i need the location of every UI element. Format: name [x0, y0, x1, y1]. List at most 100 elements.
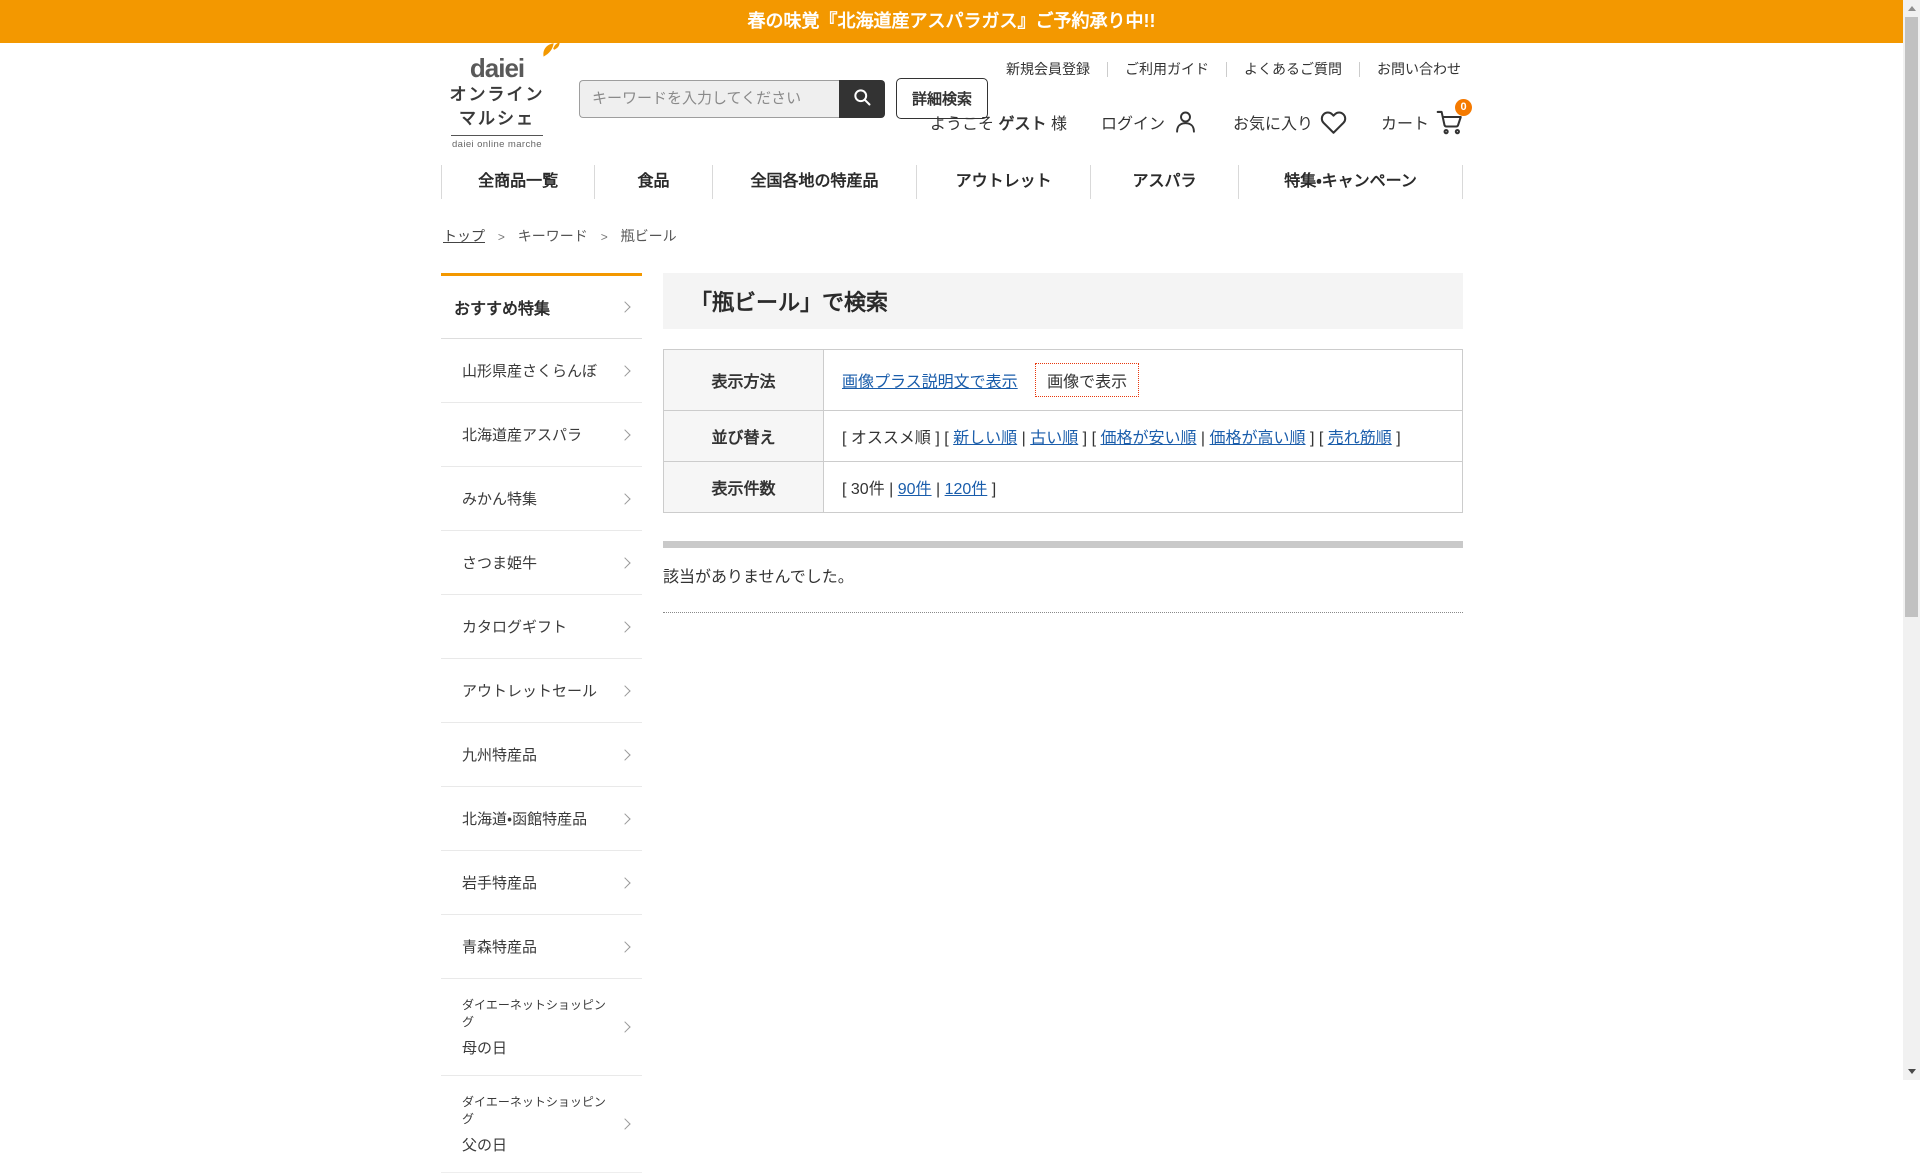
sidebar-item-label: アウトレットセール [462, 680, 614, 701]
sidebar-item[interactable]: 九州特産品 [441, 723, 642, 787]
nav-link[interactable]: 全商品一覧 [442, 165, 594, 199]
sidebar-item[interactable]: ダイエーネットショッピング母の日 [441, 979, 642, 1076]
search-area: 詳細検索 [579, 78, 988, 119]
option-link[interactable]: 価格が高い順 [1210, 430, 1306, 447]
favorites-link[interactable]: お気に入り [1233, 108, 1347, 135]
count-row: 表示件数 [ 30件 | 90件 | 120件 ] [664, 462, 1463, 513]
sidebar-item[interactable]: 山形県産さくらんぼ [441, 339, 642, 403]
sidebar-item[interactable]: 北海道・函館特産品 [441, 787, 642, 851]
sidebar-item-label: カタログギフト [462, 616, 614, 637]
guest-name: ゲスト [998, 116, 1046, 133]
nav-link[interactable]: 全国各地の特産品 [713, 165, 916, 199]
sort-label: 並び替え [664, 411, 824, 462]
search-options-table: 表示方法 画像プラス説明文で表示 画像で表示 並び替え [ オススメ順 ] [ … [663, 349, 1463, 513]
promo-banner-text: 春の味覚『北海道産アスパラガス』ご予約承り中!! [748, 11, 1156, 31]
sidebar-item-sublabel: ダイエーネットショッピング [462, 996, 614, 1030]
sidebar-item[interactable]: 青森特産品 [441, 915, 642, 979]
chevron-right-icon [619, 493, 630, 504]
option-group: [ オススメ順 ] [842, 430, 940, 447]
chevron-right-icon [619, 621, 630, 632]
site-logo[interactable]: daiei オンライン マルシェ daiei online marche [449, 55, 545, 150]
sidebar-item[interactable]: さつま姫牛 [441, 531, 642, 595]
main-nav-list: 全商品一覧食品全国各地の特産品アウトレットアスパラ特集・キャンペーン [441, 165, 1463, 199]
nav-link[interactable]: 特集・キャンペーン [1239, 165, 1462, 199]
nav-item: 全国各地の特産品 [712, 165, 916, 199]
main-nav: 全商品一覧食品全国各地の特産品アウトレットアスパラ特集・キャンペーン [441, 165, 1463, 199]
utility-link[interactable]: ご利用ガイド [1108, 59, 1226, 79]
sidebar-title[interactable]: おすすめ特集 [441, 276, 642, 339]
login-link[interactable]: ログイン [1101, 108, 1199, 135]
empty-results-message: 該当がありませんでした。 [663, 563, 1463, 613]
sidebar-item[interactable]: みかん特集 [441, 467, 642, 531]
chevron-right-icon [619, 557, 630, 568]
scrollbar-up-arrow-icon[interactable] [1903, 0, 1920, 17]
option-link[interactable]: 120件 [945, 481, 988, 498]
sidebar-item[interactable]: 北海道産アスパラ [441, 403, 642, 467]
sidebar-item[interactable]: カタログギフト [441, 595, 642, 659]
sidebar-item-label: みかん特集 [462, 488, 614, 509]
site-header: daiei オンライン マルシェ daiei online marche 詳細検… [441, 43, 1463, 157]
option-group: [ 30件 | 90件 | 120件 ] [842, 481, 996, 498]
sidebar-item-label: 母の日 [462, 1037, 614, 1058]
option-group: [ 新しい順 | 古い順 ] [944, 430, 1087, 447]
sidebar-item-label: 九州特産品 [462, 744, 614, 765]
breadcrumb-home-link[interactable]: トップ [443, 228, 485, 244]
header-right: 新規会員登録ご利用ガイドよくあるご質問お問い合わせ ようこそ ゲスト 様 ログイ… [930, 43, 1463, 135]
option-group: [ 売れ筋順 ] [1319, 430, 1401, 447]
count-label: 表示件数 [664, 462, 824, 513]
chevron-right-icon [619, 1118, 630, 1129]
sidebar-item[interactable]: ダイエーネットショッピング父の日 [441, 1076, 642, 1172]
nav-item: アウトレット [916, 165, 1090, 199]
sidebar-list: 山形県産さくらんぼ北海道産アスパラみかん特集さつま姫牛カタログギフトアウトレット… [441, 339, 642, 1172]
option-current: オススメ順 [851, 430, 931, 447]
option-link[interactable]: 90件 [898, 481, 932, 498]
sidebar-item[interactable]: 岩手特産品 [441, 851, 642, 915]
utility-link[interactable]: よくあるご質問 [1227, 59, 1359, 79]
utility-link[interactable]: お問い合わせ [1360, 59, 1463, 79]
sidebar-item-label: 父の日 [462, 1134, 614, 1155]
option-link[interactable]: 古い順 [1030, 430, 1078, 447]
nav-link[interactable]: アスパラ [1091, 165, 1238, 199]
chevron-right-icon [619, 429, 630, 440]
logo-leaf-icon [539, 41, 561, 63]
welcome-prefix: ようこそ [930, 116, 994, 133]
cart-link[interactable]: カート 0 [1381, 108, 1463, 135]
sidebar-item[interactable]: アウトレットセール [441, 659, 642, 723]
search-box [579, 80, 885, 118]
utility-link[interactable]: 新規会員登録 [989, 59, 1107, 79]
nav-link[interactable]: 食品 [595, 165, 712, 199]
utility-link-item: よくあるご質問 [1226, 59, 1359, 79]
nav-link[interactable]: アウトレット [917, 165, 1090, 199]
search-input[interactable] [579, 80, 839, 118]
logo-title-line1: オンライン [449, 84, 545, 106]
scrollbar-down-arrow-icon[interactable] [1903, 1063, 1920, 1080]
option-link[interactable]: 新しい順 [953, 430, 1017, 447]
sidebar-item-label: 北海道・函館特産品 [462, 808, 614, 829]
count-options: [ 30件 | 90件 | 120件 ] [824, 462, 1463, 513]
utility-links: 新規会員登録ご利用ガイドよくあるご質問お問い合わせ [930, 59, 1463, 79]
display-with-text-link[interactable]: 画像プラス説明文で表示 [842, 374, 1018, 391]
sort-options: [ オススメ順 ] [ 新しい順 | 古い順 ] [ 価格が安い順 | 価格が高… [824, 411, 1463, 462]
option-link[interactable]: 売れ筋順 [1328, 430, 1392, 447]
vertical-scrollbar[interactable] [1903, 0, 1920, 1080]
option-group: [ 価格が安い順 | 価格が高い順 ] [1092, 430, 1315, 447]
breadcrumb: トップ > キーワード > 瓶ビール [441, 226, 1463, 246]
breadcrumb-current: 瓶ビール [621, 228, 677, 244]
sidebar-item-label: 岩手特産品 [462, 872, 614, 893]
sidebar-item-label: 山形県産さくらんぼ [462, 360, 614, 381]
sidebar: おすすめ特集 山形県産さくらんぼ北海道産アスパラみかん特集さつま姫牛カタログギフ… [441, 273, 642, 1173]
chevron-right-icon [619, 941, 630, 952]
nav-item: 食品 [594, 165, 712, 199]
display-method-row: 表示方法 画像プラス説明文で表示 画像で表示 [664, 350, 1463, 411]
nav-item: アスパラ [1090, 165, 1238, 199]
sidebar-item-label: 北海道産アスパラ [462, 424, 614, 445]
option-link[interactable]: 価格が安い順 [1100, 430, 1196, 447]
welcome-message: ようこそ ゲスト 様 [930, 110, 1067, 134]
search-button[interactable] [839, 80, 885, 118]
sidebar-item-sublabel: ダイエーネットショッピング [462, 1093, 614, 1127]
cart-count-badge: 0 [1455, 99, 1472, 116]
nav-item: 全商品一覧 [441, 165, 594, 199]
results-divider-bar [663, 541, 1463, 548]
scrollbar-thumb[interactable] [1905, 17, 1918, 617]
chevron-right-icon [619, 365, 630, 376]
